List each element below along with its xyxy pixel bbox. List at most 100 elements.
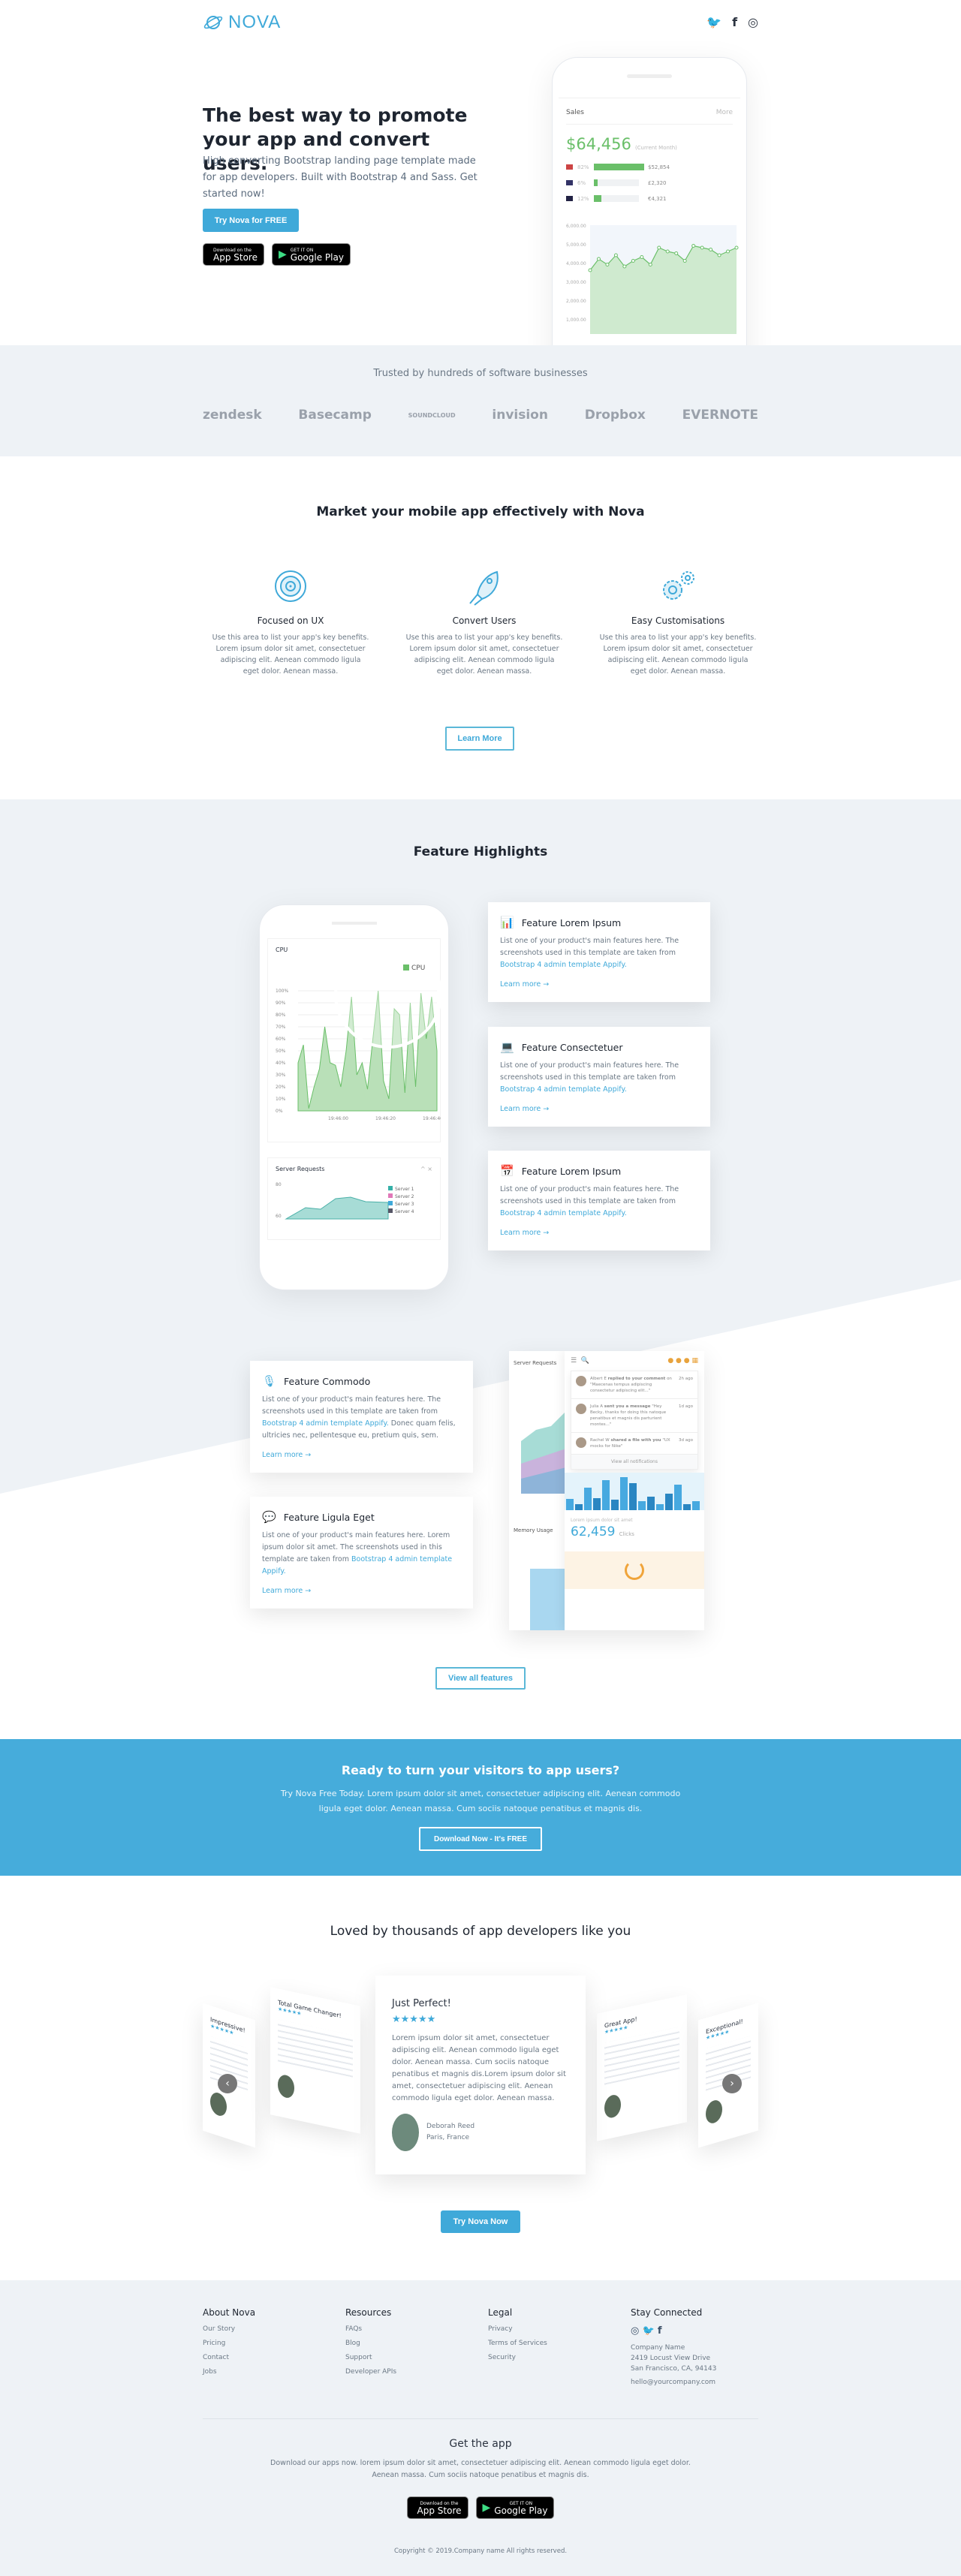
learn-more-link[interactable]: Learn more → xyxy=(500,1229,698,1237)
footer-link[interactable]: FAQs xyxy=(345,2325,488,2333)
facebook-icon[interactable]: f xyxy=(732,15,737,29)
email-link[interactable]: hello@yourcompany.com xyxy=(631,2379,716,2386)
learn-more-link[interactable]: Learn more → xyxy=(500,980,698,989)
footer-link[interactable]: Jobs xyxy=(203,2368,345,2376)
brand-name: NOVA xyxy=(228,12,282,32)
twitter-icon[interactable]: 🐦 xyxy=(706,15,722,29)
chat-icon: 💬 xyxy=(262,1510,276,1524)
view-all-notifications-link[interactable]: View all notifications xyxy=(571,1455,697,1469)
play-icon: ▶ xyxy=(278,248,287,260)
learn-more-link[interactable]: Learn more → xyxy=(500,1105,698,1113)
twitter-icon[interactable]: 🐦 xyxy=(642,2325,654,2337)
card-text: List one of your product's main features… xyxy=(500,1185,679,1205)
card-title: Feature Commodo xyxy=(284,1375,371,1387)
appify-link[interactable]: Bootstrap 4 admin template Appify. xyxy=(262,1419,389,1428)
cta-band: Ready to turn your visitors to app users… xyxy=(0,1739,961,1876)
card-title: Feature Lorem Ipsum xyxy=(521,1165,622,1177)
get-app-title: Get the app xyxy=(449,2438,512,2450)
testimonials-title: Loved by thousands of app developers lik… xyxy=(330,1924,631,1939)
footer-link[interactable]: Security xyxy=(488,2354,631,2361)
bar xyxy=(674,1485,682,1510)
card-text: List one of your product's main features… xyxy=(500,1061,679,1082)
try-nova-now-button[interactable]: Try Nova Now xyxy=(441,2210,520,2233)
server-title: Server Requests xyxy=(276,1166,325,1172)
cta-title: Ready to turn your visitors to app users… xyxy=(341,1763,620,1777)
carousel-next-button[interactable]: › xyxy=(722,2074,742,2093)
bar xyxy=(584,1488,592,1510)
trusted-band: Trusted by hundreds of software business… xyxy=(0,345,961,456)
testimonial-card[interactable]: Great App! ★★★★★ xyxy=(597,1994,687,2141)
notification-item[interactable]: Rachel W shared a file with you "UX mock… xyxy=(571,1433,697,1455)
badge-large: Google Play xyxy=(290,251,344,263)
avatar xyxy=(576,1437,586,1448)
y-tick: 3,000.00 xyxy=(566,280,586,285)
feature-title: Easy Customisations xyxy=(631,615,725,626)
data-point xyxy=(709,248,713,251)
testimonial-text: Lorem ipsum dolor sit amet, consectetuer… xyxy=(392,2034,566,2102)
google-play-badge[interactable]: ▶ GET IT ON Google Play xyxy=(475,2496,555,2519)
feature-title: Convert Users xyxy=(452,615,517,626)
footer-link[interactable]: Blog xyxy=(345,2340,488,2347)
bar xyxy=(629,1483,637,1510)
data-point xyxy=(691,244,696,248)
x-tick: 19:46:00 xyxy=(328,1116,348,1121)
feature-card: 📊 Feature Lorem Ipsum List one of your pro… xyxy=(488,902,710,1002)
footer-link[interactable]: Terms of Services xyxy=(488,2340,631,2347)
feature-rocket: Convert Users Use this area to list your … xyxy=(405,569,563,677)
learn-more-link[interactable]: Learn more → xyxy=(262,1587,461,1595)
notif-time: 3d ago xyxy=(679,1438,693,1443)
instagram-icon[interactable]: ◎ xyxy=(631,2325,639,2337)
app-store-badge[interactable]: Download on the App Store xyxy=(203,243,264,266)
footer-link[interactable]: Contact xyxy=(203,2354,345,2361)
appify-link[interactable]: Bootstrap 4 admin template Appify. xyxy=(500,961,627,969)
sales-amount: $64,456 xyxy=(566,135,631,153)
y-tick: 5,000.00 xyxy=(566,242,586,248)
notif-time: 2h ago xyxy=(679,1377,693,1381)
appify-link[interactable]: Bootstrap 4 admin template Appify. xyxy=(500,1209,627,1217)
reviewer-location: Paris, France xyxy=(426,2134,470,2141)
download-now-button[interactable]: Download Now - It's FREE xyxy=(419,1827,542,1851)
row-pct: 82% xyxy=(577,164,589,170)
view-all-features-button[interactable]: View all features xyxy=(435,1667,526,1690)
data-point xyxy=(640,255,644,259)
y-tick: 50% xyxy=(276,1049,286,1054)
app-store-badge[interactable]: Download on the App Store xyxy=(406,2496,468,2519)
footer-link[interactable]: Privacy xyxy=(488,2325,631,2333)
legend-swatch xyxy=(403,964,409,971)
carousel-prev-button[interactable]: ‹ xyxy=(218,2074,237,2093)
footer: About Nova Our Story Pricing Contact Jobs Res… xyxy=(0,2280,961,2576)
y-tick: 100% xyxy=(276,989,288,994)
learn-more-button[interactable]: Learn More xyxy=(445,727,514,751)
bar xyxy=(593,1498,601,1510)
address-line: San Francisco, CA, 94143 xyxy=(631,2365,717,2373)
footer-link[interactable]: Support xyxy=(345,2354,488,2361)
dashboard-screenshot: Server Requests Memory Usage ☰ 🔍 ● ● ● ▦… xyxy=(509,1351,704,1630)
footer-col-title: Stay Connected xyxy=(631,2307,703,2318)
google-play-badge[interactable]: ▶ GET IT ON Google Play xyxy=(271,243,351,266)
try-free-button[interactable]: Try Nova for FREE xyxy=(203,209,299,232)
footer-link[interactable]: Pricing xyxy=(203,2340,345,2347)
client-logo: zendesk xyxy=(203,408,262,423)
notification-item[interactable]: Julia A sent you a message "Hey Becky, t… xyxy=(571,1399,697,1433)
footer-link[interactable]: Developer APIs xyxy=(345,2368,488,2376)
facebook-icon[interactable]: f xyxy=(658,2325,662,2337)
learn-more-link[interactable]: Learn more → xyxy=(262,1451,461,1459)
badge-large: App Store xyxy=(213,251,258,263)
target-icon xyxy=(212,569,369,608)
brand-logo[interactable]: NOVA xyxy=(203,12,281,33)
client-logo: EVERNOTE xyxy=(682,408,758,423)
notification-item[interactable]: Albert E replied to your comment on "Mae… xyxy=(571,1371,697,1399)
stacked-area-chart xyxy=(521,1411,566,1494)
appify-link[interactable]: Bootstrap 4 admin template Appify. xyxy=(500,1085,627,1094)
footer-link[interactable]: Our Story xyxy=(203,2325,345,2333)
avatar xyxy=(576,1376,586,1386)
feature-card: 💻 Feature Consectetuer List one of your pr… xyxy=(488,1027,710,1127)
instagram-icon[interactable]: ◎ xyxy=(748,15,758,29)
testimonial-card[interactable]: Total Game Changer! ★★★★★ xyxy=(270,1987,360,2134)
x-tick: 19:46:40 xyxy=(423,1116,441,1121)
y-tick: 60% xyxy=(276,1037,286,1042)
avatar xyxy=(392,2114,419,2151)
data-point xyxy=(613,253,618,257)
collapse-close-icons[interactable]: ^ × xyxy=(420,1166,432,1172)
sales-title: Sales xyxy=(566,109,584,116)
